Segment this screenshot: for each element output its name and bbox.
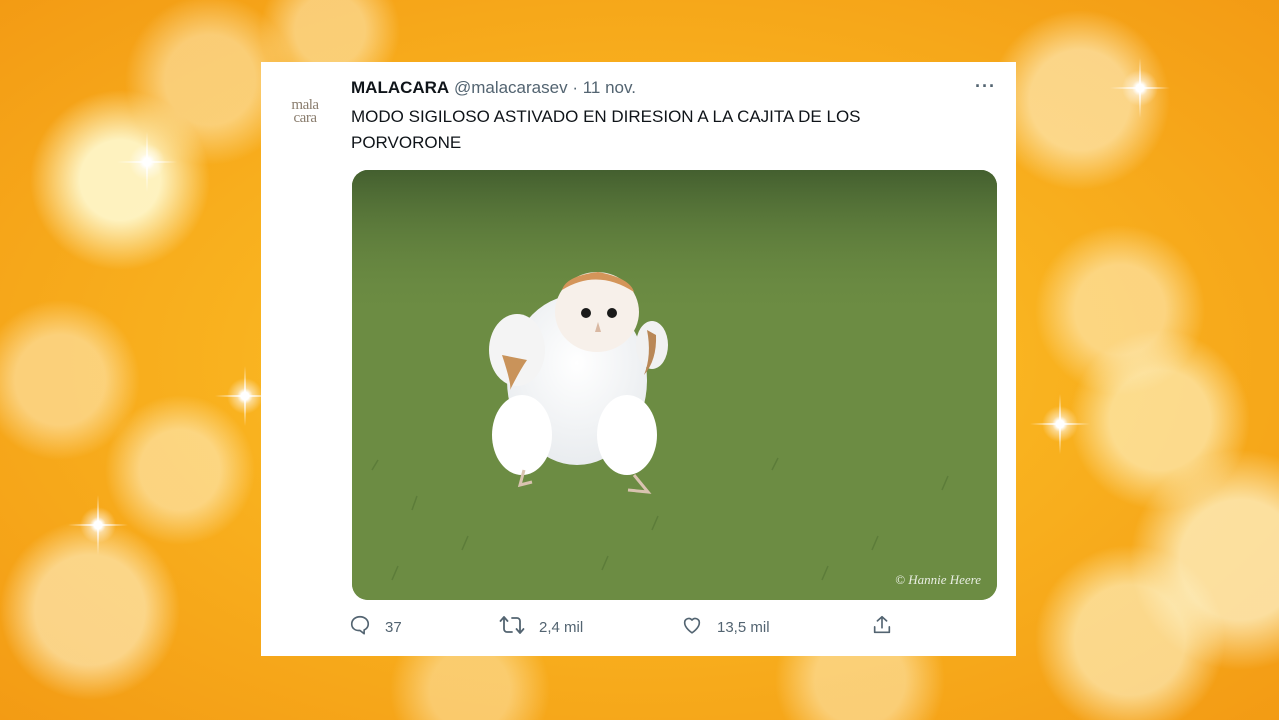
retweet-icon [499,614,539,640]
display-name[interactable]: MALACARA [351,78,449,97]
reply-button[interactable]: 37 [349,614,402,640]
like-button[interactable]: 13,5 mil [681,614,770,640]
more-icon[interactable]: ··· [975,76,996,97]
tweet-text: MODO SIGILOSO ASTIVADO EN DIRESION A LA … [351,107,861,152]
tweet-card[interactable]: mala cara MALACARA @malacarasev · 11 nov… [261,62,1016,656]
retweet-button[interactable]: 2,4 mil [499,614,583,640]
like-count: 13,5 mil [717,618,770,636]
share-button[interactable] [871,614,907,640]
sparkle [1110,58,1170,118]
handle[interactable]: @malacarasev [454,78,568,97]
photo-credit: © Hannie Heere [895,572,981,587]
sparkle [68,495,128,555]
tweet-header: MALACARA @malacarasev · 11 nov. [351,78,636,98]
heart-icon [681,614,717,640]
avatar-text-line2: cara [293,110,317,126]
tweet-actions: 37 2,4 mil 13,5 mil [349,614,909,644]
sparkle [117,132,177,192]
tweet-date[interactable]: · 11 nov. [572,78,636,97]
tweet-photo[interactable]: © Hannie Heere [352,170,997,600]
reply-icon [349,614,385,640]
reply-count: 37 [385,618,402,636]
owl-photo-illustration [352,170,997,600]
avatar[interactable]: mala cara [279,86,331,138]
sparkle [1030,394,1090,454]
share-icon [871,614,907,640]
retweet-count: 2,4 mil [539,618,584,636]
